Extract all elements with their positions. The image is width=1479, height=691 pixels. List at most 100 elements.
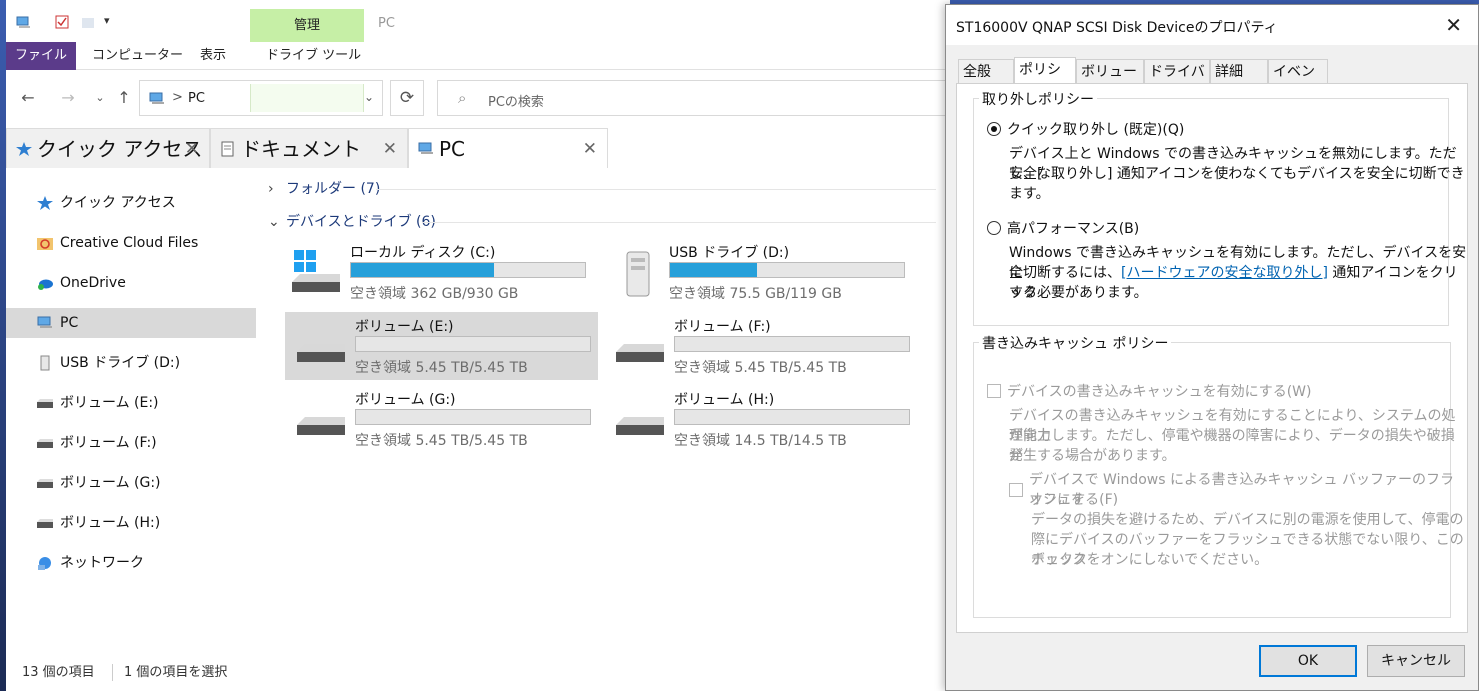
policy-panel: 取り外しポリシー クイック取り外し (既定)(Q) デバイス上と Windows… xyxy=(956,83,1468,633)
drive-item-h[interactable]: ボリューム (H:) 空き領域 14.5 TB/14.5 TB xyxy=(604,385,916,453)
quick-removal-label[interactable]: クイック取り外し (既定)(Q) xyxy=(1007,119,1184,139)
drive-icon xyxy=(37,399,53,408)
disable-flush-label-2[interactable]: オフにする(F) xyxy=(1029,490,1118,510)
removal-policy-legend: 取り外しポリシー xyxy=(979,89,1097,109)
drive-item-e[interactable]: ボリューム (E:) 空き領域 5.45 TB/5.45 TB xyxy=(285,312,598,380)
tab-pc[interactable]: PC ✕ xyxy=(408,128,608,168)
drive-free-space: 空き領域 362 GB/930 GB xyxy=(350,286,519,302)
disable-flush-desc-3: ボックスをオンにしないでください。 xyxy=(1031,552,1269,568)
sidebar-item-volume-e[interactable]: ボリューム (E:) xyxy=(6,388,256,418)
disable-flush-checkbox[interactable] xyxy=(1009,483,1023,497)
up-arrow-icon[interactable]: ↑ xyxy=(112,86,136,110)
search-input[interactable]: ⌕ PCの検索 xyxy=(437,80,950,116)
sidebar-item-onedrive[interactable]: OneDrive xyxy=(6,268,256,298)
sidebar-item-usb-drive[interactable]: USB ドライブ (D:) xyxy=(6,348,256,378)
drive-icon xyxy=(297,417,345,435)
close-icon[interactable]: ✕ xyxy=(383,129,397,169)
drive-item-d[interactable]: USB ドライブ (D:) 空き領域 75.5 GB/119 GB xyxy=(599,238,911,306)
star-icon xyxy=(37,196,53,210)
navigation-pane: クイック アクセス Creative Cloud Files OneDrive … xyxy=(6,180,262,660)
status-bar: 13 個の項目 1 個の項目を選択 xyxy=(6,660,950,691)
drive-usage-bar xyxy=(355,409,591,425)
drive-icon xyxy=(297,344,345,362)
enable-write-cache-checkbox[interactable] xyxy=(987,384,1001,398)
safely-remove-hardware-link[interactable]: [ハードウェアの安全な取り外し] xyxy=(1121,265,1328,281)
sidebar-item-quick-access[interactable]: クイック アクセス xyxy=(6,188,256,218)
window-title: PC xyxy=(378,16,395,31)
tab-documents[interactable]: ドキュメント ✕ xyxy=(210,128,408,168)
tab-computer[interactable]: コンピューター xyxy=(78,42,197,70)
high-performance-desc-3: する必要があります。 xyxy=(1009,285,1148,301)
tab-drive-tools[interactable]: ドライブ ツール xyxy=(252,42,375,70)
group-devices[interactable]: ⌄ デバイスとドライブ (6) xyxy=(268,210,436,234)
refresh-button[interactable]: ⟳ xyxy=(390,80,424,116)
sidebar-item-label: ボリューム (G:) xyxy=(60,475,161,491)
tab-file[interactable]: ファイル xyxy=(6,42,76,70)
star-icon xyxy=(16,142,32,156)
tab-policy[interactable]: ポリシー xyxy=(1014,57,1076,102)
cancel-button[interactable]: キャンセル xyxy=(1367,645,1465,677)
sidebar-item-pc[interactable]: PC xyxy=(6,308,256,338)
usb-drive-icon xyxy=(626,251,650,297)
address-dropdown-icon[interactable]: ⌄ xyxy=(364,90,374,104)
tab-view[interactable]: 表示 xyxy=(186,42,240,70)
drive-item-g[interactable]: ボリューム (G:) 空き領域 5.45 TB/5.45 TB xyxy=(285,385,597,453)
qat-dropdown-icon[interactable]: ▾ xyxy=(104,14,110,27)
title-bar: ▾ 管理 PC xyxy=(6,0,950,42)
address-bar[interactable]: > PC ⌄ xyxy=(139,80,383,116)
disable-flush-desc-1: データの損失を避けるため、デバイスに別の電源を使用して、停電の xyxy=(1031,512,1464,528)
group-folders[interactable]: › フォルダー (7) xyxy=(268,177,380,201)
tab-driver[interactable]: ドライバー xyxy=(1144,59,1210,104)
drive-name: ボリューム (H:) xyxy=(674,392,775,408)
tab-details[interactable]: 詳細 xyxy=(1210,59,1268,83)
high-performance-label[interactable]: 高パフォーマンス(B) xyxy=(1007,218,1139,238)
properties-icon[interactable] xyxy=(54,14,70,30)
pc-icon xyxy=(37,316,52,328)
back-arrow-icon[interactable]: ← xyxy=(16,86,40,110)
sidebar-item-label: USB ドライブ (D:) xyxy=(60,355,181,371)
ok-button[interactable]: OK xyxy=(1259,645,1357,677)
usb-drive-icon xyxy=(40,355,50,371)
new-folder-icon[interactable] xyxy=(80,14,96,30)
content-pane: › フォルダー (7) ⌄ デバイスとドライブ (6) ローカル ディスク (C:)… xyxy=(268,172,950,652)
sidebar-item-label: OneDrive xyxy=(60,275,126,291)
pc-icon[interactable] xyxy=(16,14,32,30)
sidebar-item-volume-f[interactable]: ボリューム (F:) xyxy=(6,428,256,458)
tab-volume[interactable]: ボリューム xyxy=(1076,59,1144,104)
drive-free-space: 空き領域 5.45 TB/5.45 TB xyxy=(674,360,847,376)
drive-name: ボリューム (G:) xyxy=(355,392,456,408)
drive-icon xyxy=(616,344,664,362)
close-icon[interactable]: ✕ xyxy=(185,129,199,169)
sidebar-item-network[interactable]: ネットワーク xyxy=(6,548,256,578)
tab-quick-access[interactable]: クイック アクセス ✕ xyxy=(6,128,210,168)
drive-free-space: 空き領域 14.5 TB/14.5 TB xyxy=(674,433,847,449)
sidebar-item-volume-h[interactable]: ボリューム (H:) xyxy=(6,508,256,538)
drive-name: ローカル ディスク (C:) xyxy=(350,245,496,261)
sidebar-item-creative-cloud[interactable]: Creative Cloud Files xyxy=(6,228,256,258)
address-path[interactable]: PC xyxy=(188,91,205,106)
drive-usage-bar xyxy=(350,262,586,278)
pc-icon xyxy=(149,92,164,104)
drive-name: ボリューム (F:) xyxy=(674,319,771,335)
sidebar-item-volume-g[interactable]: ボリューム (G:) xyxy=(6,468,256,498)
tab-events[interactable]: イベント xyxy=(1268,59,1328,104)
chevron-right-icon: › xyxy=(268,181,274,197)
quick-removal-radio[interactable] xyxy=(987,122,1001,136)
close-icon[interactable]: ✕ xyxy=(1445,13,1462,37)
properties-dialog: ST16000V QNAP SCSI Disk Deviceのプロパティ ✕ 全… xyxy=(945,4,1479,691)
drive-item-c[interactable]: ローカル ディスク (C:) 空き領域 362 GB/930 GB xyxy=(280,238,592,306)
close-icon[interactable]: ✕ xyxy=(583,129,597,169)
drive-free-space: 空き領域 5.45 TB/5.45 TB xyxy=(355,360,528,376)
tab-general[interactable]: 全般 xyxy=(958,59,1014,83)
drive-item-f[interactable]: ボリューム (F:) 空き領域 5.45 TB/5.45 TB xyxy=(604,312,916,380)
forward-arrow-icon[interactable]: → xyxy=(56,86,80,110)
dialog-title: ST16000V QNAP SCSI Disk Deviceのプロパティ xyxy=(956,20,1278,36)
recent-chevron-icon[interactable]: ⌄ xyxy=(88,86,112,110)
drive-name: ボリューム (E:) xyxy=(355,319,454,335)
group-label: フォルダー (7) xyxy=(286,181,381,197)
drive-free-space: 空き領域 75.5 GB/119 GB xyxy=(669,286,842,302)
high-performance-radio[interactable] xyxy=(987,221,1001,235)
enable-write-cache-label[interactable]: デバイスの書き込みキャッシュを有効にする(W) xyxy=(1007,381,1312,401)
pc-icon xyxy=(418,142,433,154)
breadcrumb-separator[interactable]: > xyxy=(172,90,183,105)
